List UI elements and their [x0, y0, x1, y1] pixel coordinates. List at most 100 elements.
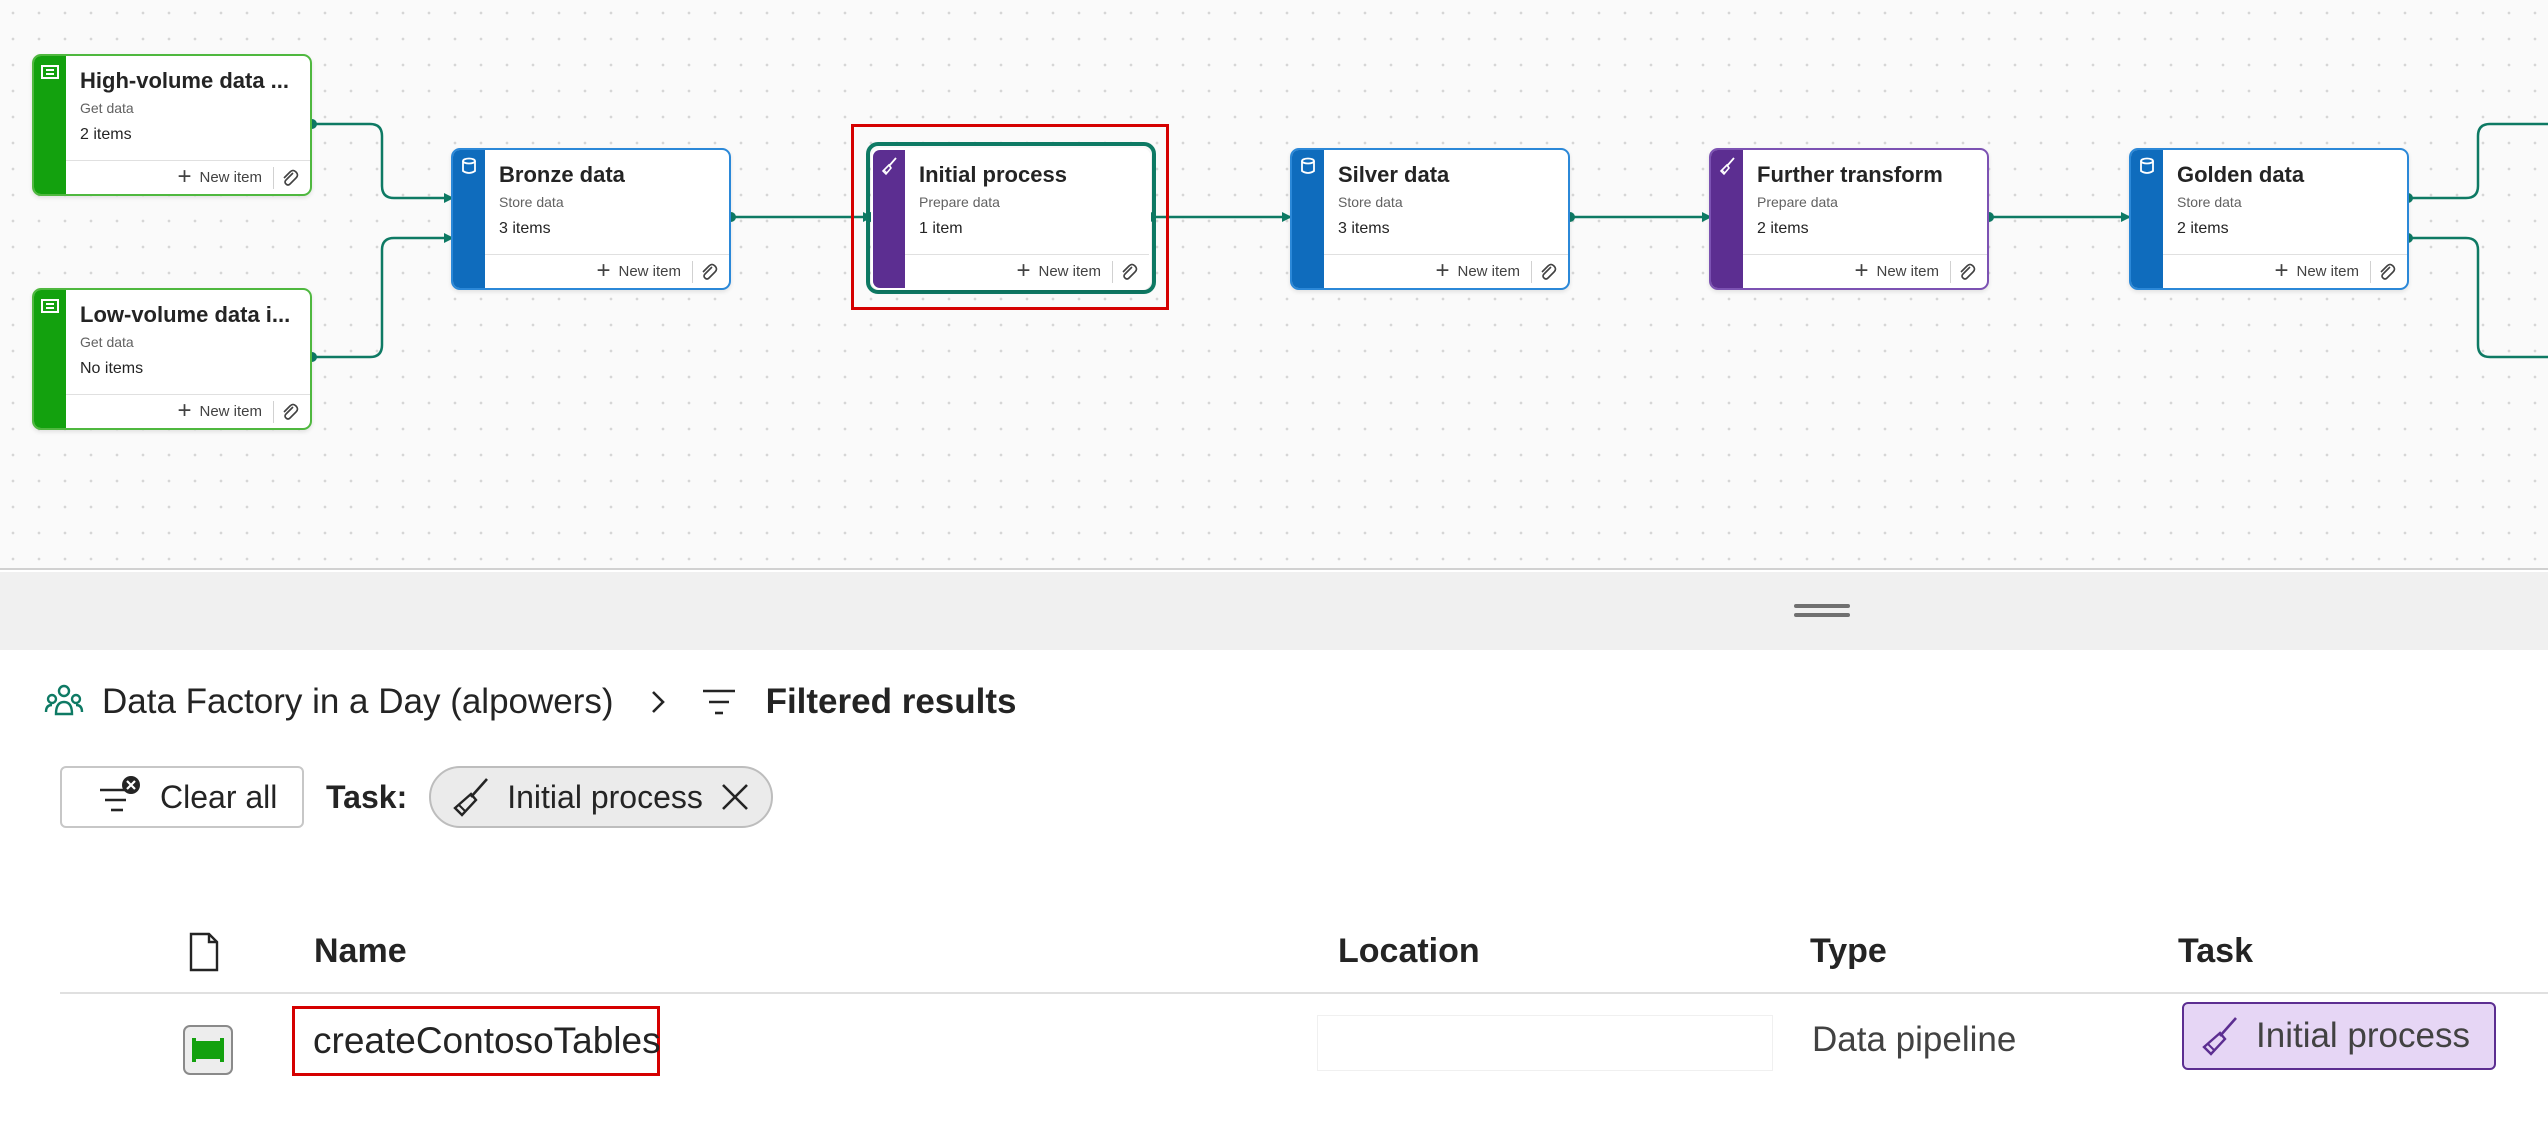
pipeline-icon	[183, 1025, 233, 1075]
node-footer: + New item	[485, 254, 729, 288]
new-item-button[interactable]: + New item	[1016, 257, 1101, 284]
node-high-volume[interactable]: High-volume data ... Get data 2 items + N…	[32, 54, 312, 196]
node-subtitle: Store data	[1338, 194, 1403, 210]
node-footer: + New item	[66, 160, 310, 194]
panel-splitter	[0, 572, 2548, 650]
attach-icon[interactable]	[699, 262, 719, 282]
node-footer: + New item	[1743, 254, 1987, 288]
node-title: Low-volume data i...	[80, 302, 291, 327]
workspace-icon	[44, 684, 84, 716]
new-item-label: New item	[1457, 262, 1520, 280]
node-footer: + New item	[1324, 254, 1568, 288]
attach-icon[interactable]	[280, 402, 300, 422]
clear-all-label: Clear all	[160, 778, 278, 815]
database-icon	[462, 157, 476, 174]
breadcrumb-workspace[interactable]: Data Factory in a Day (alpowers)	[102, 682, 614, 722]
new-item-button[interactable]: + New item	[177, 163, 262, 190]
plus-icon: +	[177, 163, 192, 190]
new-item-label: New item	[2296, 262, 2359, 280]
node-subtitle: Get data	[80, 100, 134, 116]
new-item-button[interactable]: + New item	[1854, 259, 1939, 283]
footer-divider	[1531, 261, 1532, 283]
table-row[interactable]: createContosoTables Data pipeline Initia…	[60, 994, 2548, 1114]
column-header-name[interactable]: Name	[314, 932, 407, 971]
table-header: Name Location Type Task	[60, 910, 2548, 994]
document-icon	[189, 932, 219, 972]
breadcrumb: Data Factory in a Day (alpowers) Filtere…	[44, 680, 1017, 724]
node-title: Silver data	[1338, 162, 1450, 187]
database-icon	[2140, 157, 2154, 174]
footer-divider	[692, 261, 693, 283]
filter-icon	[702, 689, 735, 715]
node-further-transform[interactable]: Further transform Prepare data 2 items +…	[1709, 148, 1989, 290]
node-subtitle: Get data	[80, 334, 134, 350]
node-footer: + New item	[2163, 254, 2407, 288]
footer-divider	[1950, 261, 1951, 283]
footer-divider	[2370, 261, 2371, 283]
attach-icon[interactable]	[1538, 262, 1558, 282]
name-highlight: createContosoTables	[292, 1006, 661, 1076]
item-name[interactable]: createContosoTables	[313, 1020, 661, 1062]
node-low-volume[interactable]: Low-volume data i... Get data No items +…	[32, 288, 312, 430]
new-item-button[interactable]: + New item	[1435, 257, 1520, 284]
node-strip	[1711, 150, 1743, 288]
plus-icon: +	[596, 257, 611, 284]
node-title: Further transform	[1757, 162, 1943, 187]
attach-icon[interactable]	[2377, 262, 2397, 282]
attach-icon[interactable]	[1119, 262, 1139, 282]
node-strip	[453, 150, 485, 288]
resize-handle[interactable]	[1794, 604, 1850, 620]
column-header-type[interactable]: Type	[1810, 932, 1887, 971]
footer-divider	[1112, 261, 1113, 283]
new-item-button[interactable]: + New item	[177, 397, 262, 424]
node-count: 1 item	[919, 220, 963, 237]
node-title: Bronze data	[499, 162, 625, 187]
node-title: Initial process	[919, 162, 1067, 187]
node-golden-data[interactable]: Golden data Store data 2 items + New item	[2129, 148, 2409, 290]
footer-divider	[273, 401, 274, 423]
items-table: Name Location Type Task createContosoTab…	[60, 910, 2548, 1114]
node-strip	[34, 290, 66, 428]
task-filter-label: Task:	[326, 778, 408, 815]
task-filter-value: Initial process	[507, 778, 703, 815]
pipeline-icon	[41, 65, 59, 79]
new-item-button[interactable]: + New item	[2274, 259, 2359, 283]
node-subtitle: Store data	[2177, 194, 2242, 210]
column-header-location[interactable]: Location	[1338, 932, 1480, 971]
close-icon[interactable]	[717, 779, 753, 815]
node-strip	[873, 150, 905, 288]
node-count: 2 items	[2177, 220, 2229, 237]
footer-divider	[273, 167, 274, 189]
node-count: No items	[80, 360, 144, 377]
brush-icon	[453, 778, 489, 817]
node-silver-data[interactable]: Silver data Store data 3 items + New item	[1290, 148, 1570, 290]
item-task-label: Initial process	[2256, 1016, 2470, 1055]
node-title: Golden data	[2177, 162, 2305, 187]
plus-icon: +	[1435, 257, 1450, 284]
plus-icon: +	[177, 397, 192, 424]
lineage-canvas[interactable]: High-volume data ... Get data 2 items + N…	[0, 0, 2548, 570]
new-item-label: New item	[1038, 262, 1101, 280]
new-item-label: New item	[1876, 262, 1939, 280]
item-task-chip[interactable]: Initial process	[2182, 1002, 2496, 1070]
item-type: Data pipeline	[1812, 1020, 2017, 1059]
node-title: High-volume data ...	[80, 68, 290, 93]
breadcrumb-current: Filtered results	[765, 682, 1017, 721]
node-initial-process[interactable]: Initial process Prepare data 1 item + New…	[871, 148, 1151, 290]
brush-icon	[1719, 157, 1735, 176]
attach-icon[interactable]	[1957, 262, 1977, 282]
brush-icon	[2202, 1017, 2237, 1056]
node-strip	[34, 56, 66, 194]
new-item-button[interactable]: + New item	[596, 257, 681, 284]
clear-all-button[interactable]: Clear all	[60, 766, 304, 828]
node-subtitle: Prepare data	[919, 194, 1000, 210]
plus-icon: +	[1016, 257, 1031, 284]
column-header-task[interactable]: Task	[2178, 932, 2253, 971]
pipeline-icon	[41, 299, 59, 313]
task-filter-pill[interactable]: Initial process	[429, 766, 773, 828]
node-bronze-data[interactable]: Bronze data Store data 3 items + New item	[451, 148, 731, 290]
attach-icon[interactable]	[280, 168, 300, 188]
node-count: 3 items	[499, 220, 551, 237]
node-count: 2 items	[80, 126, 132, 143]
node-strip	[1292, 150, 1324, 288]
